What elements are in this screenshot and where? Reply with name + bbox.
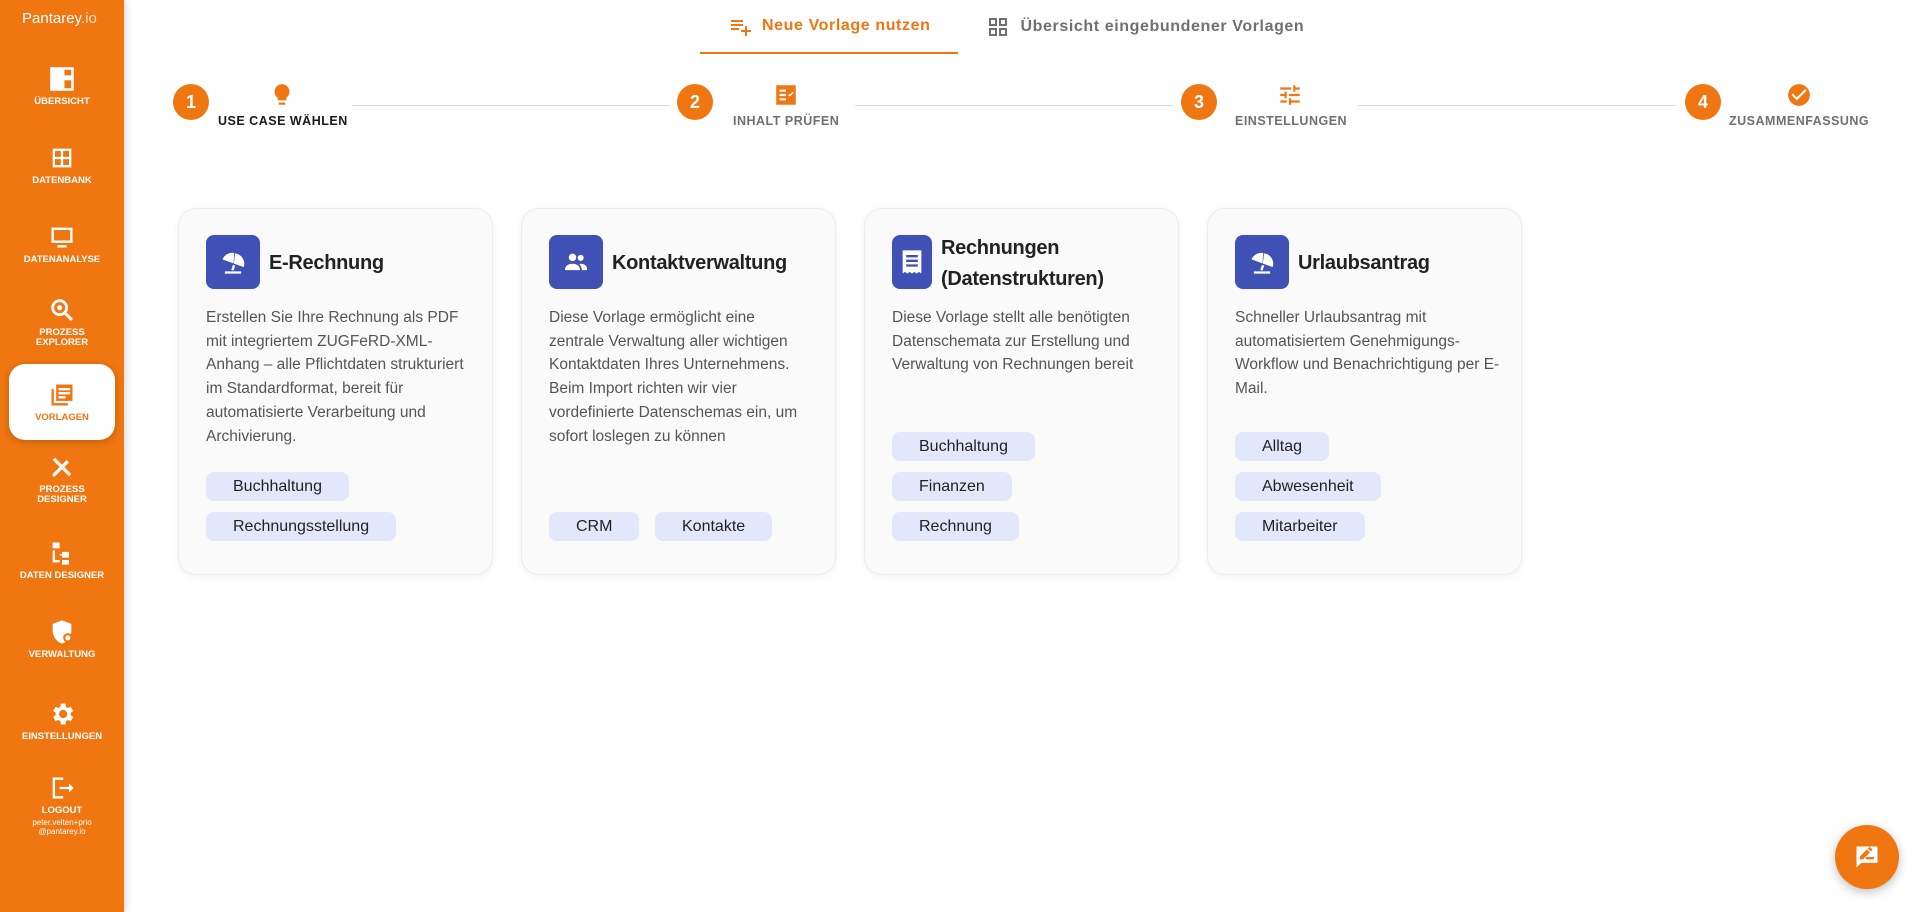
tab-uebersicht-vorlagen[interactable]: Übersicht eingebundener Vorlagen — [958, 0, 1332, 54]
sidebar-item-logout[interactable]: LOGOUT peter.velten+prio @pantarey.io — [0, 774, 124, 836]
logout-icon — [52, 777, 74, 799]
check-circle-icon — [1788, 84, 1810, 106]
step-number[interactable]: 2 — [677, 84, 713, 120]
card-title: Urlaubsantrag — [1298, 251, 1430, 274]
sidebar-item-label: DATENBANK — [32, 175, 92, 186]
tab-neue-vorlage[interactable]: Neue Vorlage nutzen — [700, 0, 959, 54]
step-number[interactable]: 3 — [1181, 84, 1217, 120]
monitor-icon — [51, 227, 73, 248]
beach-umbrella-icon — [1251, 252, 1274, 274]
admin-shield-icon — [52, 620, 73, 644]
feedback-chat-icon — [1856, 846, 1878, 868]
step-label: INHALT PRÜFEN — [733, 114, 840, 128]
step-label: USE CASE WÄHLEN — [218, 114, 348, 128]
card-description: Diese Vorlage ermöglicht eine zentrale V… — [549, 309, 798, 445]
templates-icon — [51, 384, 73, 406]
sidebar-item-einstellungen[interactable]: EINSTELLUNGEN — [0, 700, 124, 742]
sidebar-item-prozess-designer[interactable]: PROZESS DESIGNER — [0, 453, 124, 505]
tag-chip[interactable]: Alltag — [1235, 432, 1330, 461]
sidebar-item-daten-designer[interactable]: DATEN DESIGNER — [0, 539, 124, 581]
hierarchy-icon — [52, 542, 69, 565]
card-title: Kontaktverwaltung — [612, 251, 787, 274]
tag-chip[interactable]: Rechnungsstellung — [206, 512, 397, 541]
template-card-rechnungen[interactable]: Rechnungen (Datenstrukturen) Diese Vorla… — [864, 208, 1179, 575]
tab-label: Übersicht eingebundener Vorlagen — [1020, 18, 1305, 35]
card-description: Erstellen Sie Ihre Rechnung als PDF mit … — [206, 309, 464, 445]
receipt-icon — [902, 250, 922, 274]
beach-umbrella-icon — [222, 252, 245, 274]
sidebar-item-datenanalyse[interactable]: DATENANALYSE — [0, 223, 124, 265]
step-number[interactable]: 1 — [173, 84, 209, 120]
sidebar-item-prozess-explorer[interactable]: PROZESS EXPLORER — [0, 296, 124, 348]
tag-chip[interactable]: Buchhaltung — [892, 432, 1035, 461]
tag-chip[interactable]: Buchhaltung — [206, 472, 349, 501]
step-number[interactable]: 4 — [1685, 84, 1721, 120]
stepper: 1 USE CASE WÄHLEN 2 INHALT PRÜFEN 3 EINS… — [0, 82, 1920, 142]
sidebar-item-vorlagen[interactable]: VORLAGEN — [9, 364, 115, 440]
grid-view-icon — [989, 18, 1008, 36]
sidebar-item-label: VERWALTUNG — [28, 649, 96, 660]
grid-icon — [52, 148, 72, 168]
tag-chip[interactable]: Kontakte — [655, 512, 773, 541]
playlist-add-icon — [731, 20, 751, 36]
sidebar-item-label: DATENANALYSE — [23, 254, 101, 265]
sidebar-item-label: VORLAGEN — [35, 412, 89, 423]
tag-chip[interactable]: Finanzen — [892, 472, 1012, 501]
sidebar-item-label: EINSTELLUNGEN — [21, 731, 103, 742]
tag-chip[interactable]: Abwesenheit — [1235, 472, 1381, 501]
brand-name: Pantarey — [22, 10, 81, 27]
sidebar-item-verwaltung[interactable]: VERWALTUNG — [0, 618, 124, 660]
feedback-fab-button[interactable] — [1835, 825, 1899, 889]
card-title: Rechnungen (Datenstrukturen) — [941, 237, 1104, 290]
card-description: Schneller Urlaubsantrag mit automatisier… — [1235, 309, 1500, 398]
brand-logo[interactable]: Pantarey.io — [22, 10, 97, 27]
card-description: Diese Vorlage stellt alle benötigten Dat… — [892, 309, 1134, 374]
app-root: Pantarey.io ÜBERSICHT DATENBANK DATENANA… — [0, 0, 1920, 912]
design-tools-icon — [52, 457, 72, 477]
tag-chip[interactable]: Rechnung — [892, 512, 1019, 541]
checklist-icon — [776, 85, 796, 105]
step-connector — [1358, 105, 1676, 106]
template-card-urlaubsantrag[interactable]: Urlaubsantrag Schneller Urlaubsantrag mi… — [1207, 208, 1522, 575]
people-icon — [564, 253, 588, 271]
tag-chip[interactable]: Mitarbeiter — [1235, 512, 1365, 541]
brand-suffix: .io — [80, 10, 97, 27]
template-card-e-rechnung[interactable]: E-Rechnung Erstellen Sie Ihre Rechnung a… — [178, 208, 493, 575]
tab-label: Neue Vorlage nutzen — [762, 17, 931, 34]
sidebar-item-label: PROZESS DESIGNER — [37, 484, 87, 505]
tab-bar: Neue Vorlage nutzen Übersicht eingebunde… — [700, 0, 1332, 55]
search-process-icon — [51, 299, 73, 321]
step-label: EINSTELLUNGEN — [1235, 114, 1348, 128]
user-email: peter.velten+prio @pantarey.io — [32, 818, 92, 836]
sidebar-item-label: DATEN DESIGNER — [19, 570, 105, 581]
sidebar-item-label: LOGOUT — [41, 805, 83, 816]
step-connector — [352, 105, 670, 106]
card-icon — [1235, 235, 1289, 289]
tune-icon — [1280, 85, 1300, 105]
gear-icon — [53, 703, 74, 725]
card-icon — [549, 235, 603, 289]
card-icon — [892, 235, 932, 289]
sidebar-item-label: PROZESS EXPLORER — [35, 327, 89, 348]
tag-chip[interactable]: CRM — [549, 512, 640, 541]
card-icon — [206, 235, 260, 289]
lightbulb-icon — [274, 84, 290, 105]
sidebar-item-datenbank[interactable]: DATENBANK — [0, 144, 124, 186]
step-label: ZUSAMMENFASSUNG — [1729, 114, 1870, 128]
card-title: E-Rechnung — [269, 251, 384, 274]
step-connector — [855, 105, 1173, 106]
template-card-kontaktverwaltung[interactable]: Kontaktverwaltung Diese Vorlage ermöglic… — [521, 208, 836, 575]
